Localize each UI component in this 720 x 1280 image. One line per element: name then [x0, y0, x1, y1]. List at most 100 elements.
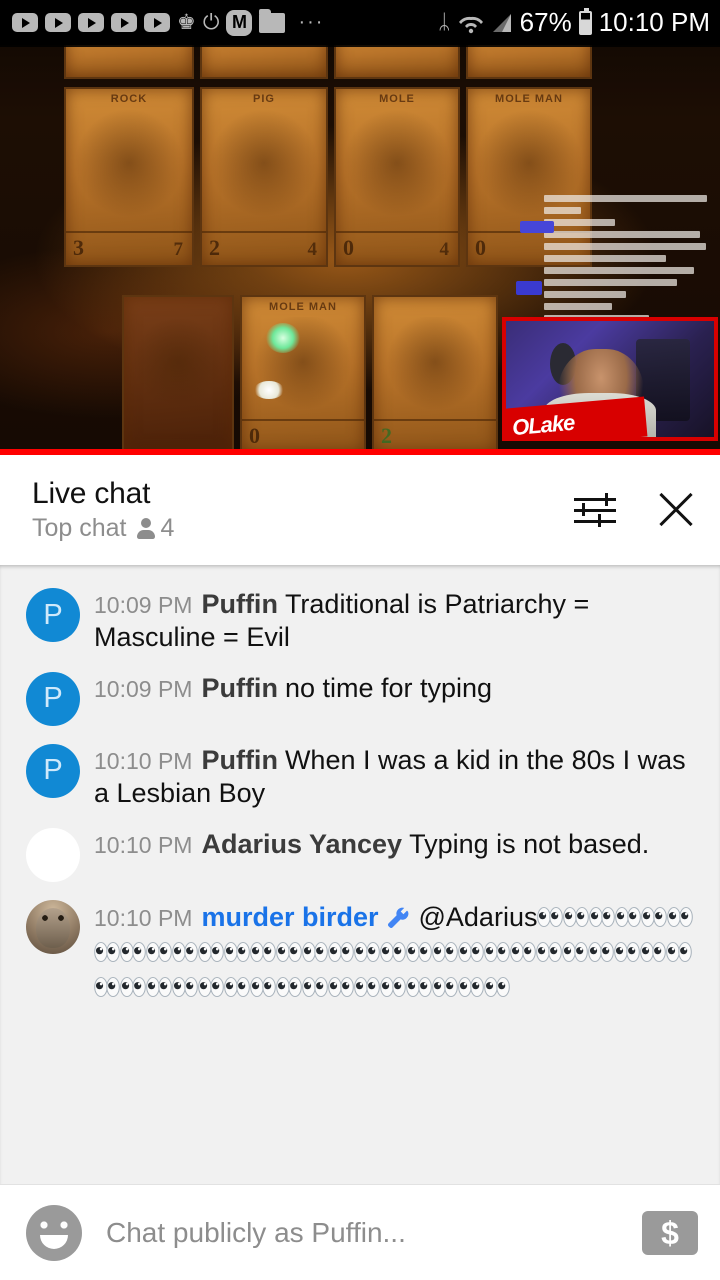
- message-author[interactable]: murder birder: [201, 902, 378, 932]
- eyes-emoji: [432, 976, 458, 997]
- eyes-emoji: [146, 941, 172, 962]
- video-chat-overlay: [544, 195, 714, 322]
- chat-message[interactable]: P 10:09 PM Puffin Traditional is Patriarch…: [0, 579, 720, 663]
- game-card: 2: [372, 295, 498, 455]
- message-author[interactable]: Puffin: [201, 673, 277, 703]
- eyes-emoji: [614, 941, 640, 962]
- card-caption: PIG: [253, 93, 275, 105]
- message-timestamp: 10:09 PM: [94, 675, 193, 702]
- avatar: P: [26, 743, 80, 798]
- card-art: [248, 317, 358, 417]
- eyes-emoji: [615, 906, 642, 927]
- message-text: no time for typing: [284, 672, 493, 703]
- game-card: [466, 45, 592, 79]
- eyes-emoji: [276, 941, 302, 962]
- eyes-emoji: [302, 976, 328, 997]
- message-author[interactable]: Adarius Yancey: [201, 829, 402, 859]
- emoji-face-icon[interactable]: [26, 1204, 82, 1261]
- overlay-text-line: [544, 291, 626, 298]
- youtube-live-chat-screen: ♚ ⏻ M ··· ᛦ 67% 10:10 PM ROCK 3 7 PIG 2 …: [0, 0, 720, 1280]
- card-caption: ROCK: [110, 93, 148, 105]
- chat-mode-label[interactable]: Top chat: [32, 514, 127, 543]
- card-number: 2: [381, 423, 392, 448]
- eyes-emoji: [666, 941, 692, 962]
- card-row-main: ROCK 3 7 PIG 2 4 MOLE 0 4 MOLE MAN 0: [64, 87, 592, 267]
- game-card: [200, 45, 328, 79]
- overlay-text-line: [544, 195, 708, 202]
- eyes-emoji: [667, 906, 694, 927]
- game-card: [334, 45, 460, 79]
- power-timer-icon: ⏻: [202, 11, 220, 34]
- eyes-emoji: [563, 906, 590, 927]
- live-chat-subtitle[interactable]: Top chat 4: [32, 514, 174, 543]
- message-author[interactable]: Puffin: [201, 589, 277, 619]
- card-number: 2: [209, 235, 220, 260]
- viewer-count-label: 4: [160, 514, 175, 542]
- webcam-name-banner: OLake: [506, 396, 648, 437]
- message-author[interactable]: Puffin: [201, 745, 277, 775]
- close-icon[interactable]: [656, 490, 696, 530]
- clock-label: 10:10 PM: [598, 7, 710, 37]
- card-number-secondary: 7: [173, 239, 184, 260]
- eyes-emoji: [302, 941, 328, 962]
- game-card: [64, 45, 194, 79]
- eyes-emoji: [94, 976, 120, 997]
- card-number: 3: [73, 235, 84, 260]
- overflow-dots-icon: ···: [298, 11, 325, 33]
- message-timestamp: 10:10 PM: [94, 904, 193, 931]
- eyes-emoji: [537, 906, 564, 927]
- avatar: P: [26, 588, 80, 642]
- card-number-secondary: 4: [439, 239, 450, 260]
- message-body: 10:10 PM Adarius Yancey Typing is not base…: [94, 828, 702, 861]
- eyes-emoji: [354, 941, 380, 962]
- card-number: 0: [475, 235, 486, 260]
- person-icon: [136, 518, 155, 539]
- chat-message[interactable]: P 10:09 PM Puffin no time for typing: [0, 663, 720, 735]
- chat-input[interactable]: [106, 1216, 642, 1249]
- message-timestamp: 10:10 PM: [94, 747, 193, 774]
- live-chat-titles: Live chat Top chat 4: [32, 477, 174, 543]
- eyes-emoji: [380, 941, 406, 962]
- chat-message-list[interactable]: P 10:09 PM Puffin Traditional is Patriarch…: [0, 565, 720, 1184]
- overlay-text-line: [544, 267, 694, 274]
- overlay-text-line: [544, 243, 706, 250]
- video-scene: ROCK 3 7 PIG 2 4 MOLE 0 4 MOLE MAN 0 MOL…: [0, 45, 720, 455]
- card-number-secondary: 4: [307, 239, 318, 260]
- avatar: P: [26, 671, 80, 726]
- card-caption: MOLE MAN: [495, 93, 563, 105]
- card-number: 0: [249, 423, 260, 448]
- game-card: PIG 2 4: [200, 87, 328, 267]
- eyes-emoji: [146, 976, 172, 997]
- youtube-icon: [78, 13, 104, 32]
- chat-message[interactable]: 10:10 PM Adarius Yancey Typing is not base…: [0, 819, 720, 891]
- eyes-emoji: [172, 976, 198, 997]
- eyes-emoji: [432, 941, 458, 962]
- tune-icon[interactable]: [574, 493, 616, 527]
- message-body: 10:09 PM Puffin Traditional is Patriarchy …: [94, 588, 702, 654]
- live-chat-header-actions: [574, 490, 696, 530]
- folder-icon: [259, 8, 286, 33]
- message-mention: @Adarius: [418, 901, 538, 932]
- chat-message[interactable]: P 10:10 PM Puffin When I was a kid in the …: [0, 735, 720, 819]
- eyes-emoji: [588, 941, 614, 962]
- card-caption: MOLE: [379, 93, 415, 105]
- youtube-icon: [45, 13, 71, 32]
- overlay-accent: [516, 281, 542, 295]
- card-row-top-partial: [64, 45, 592, 79]
- overlay-text-line: [544, 231, 701, 238]
- battery-percent-label: 67%: [519, 7, 572, 37]
- message-body: 10:10 PM murder birder @Adarius: [94, 900, 702, 1005]
- eyes-emoji: [120, 941, 146, 962]
- overlay-text-line: [544, 207, 582, 214]
- chat-message[interactable]: 10:10 PM murder birder @Adarius: [0, 891, 720, 1014]
- overlay-text-line: [544, 255, 667, 262]
- card-divider: [202, 231, 326, 233]
- avatar: [26, 899, 80, 954]
- dollar-icon[interactable]: $: [642, 1210, 698, 1255]
- eyes-emoji: [328, 941, 354, 962]
- video-player[interactable]: ROCK 3 7 PIG 2 4 MOLE 0 4 MOLE MAN 0 MOL…: [0, 45, 720, 455]
- eyes-emoji: [172, 941, 198, 962]
- message-text: Typing is not based.: [409, 828, 650, 859]
- eyes-emoji: [276, 976, 302, 997]
- youtube-icon: [111, 13, 137, 32]
